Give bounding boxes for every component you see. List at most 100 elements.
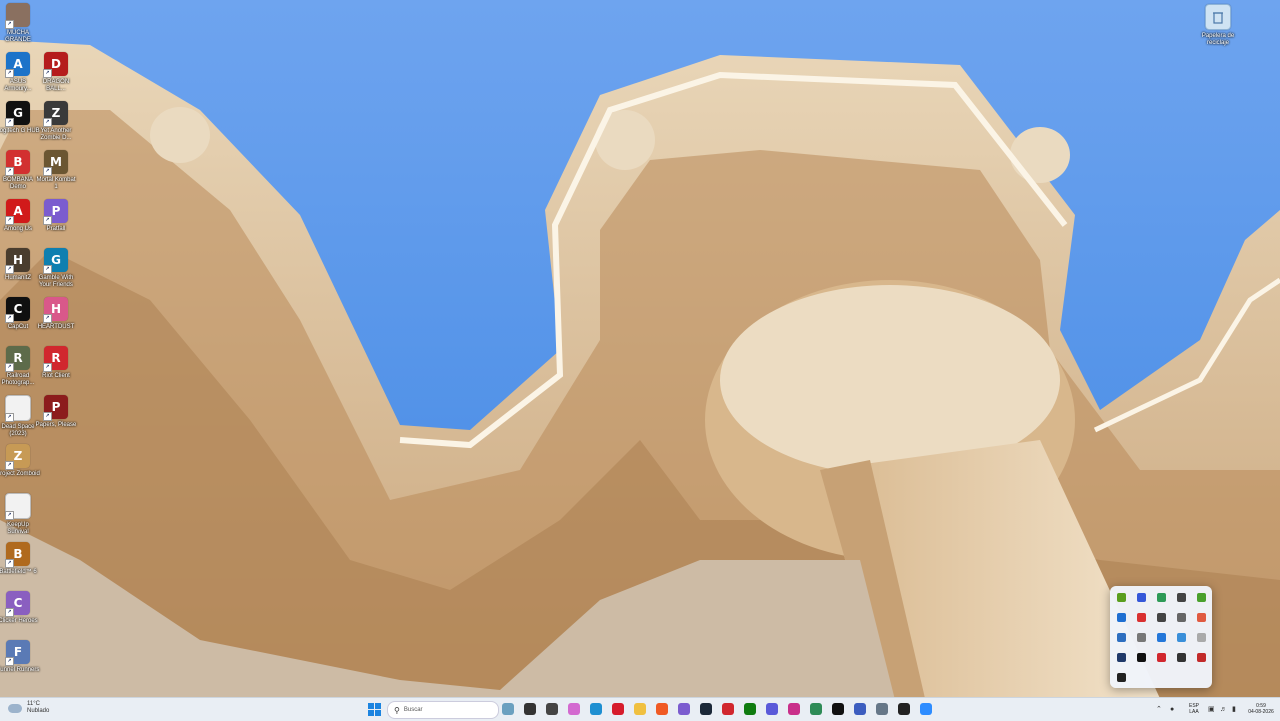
taskbar-app6-icon[interactable] xyxy=(832,703,844,715)
app-green2-icon[interactable] xyxy=(1197,593,1206,602)
nvidia-icon[interactable] xyxy=(1117,593,1126,602)
app-blue2-icon[interactable] xyxy=(1117,633,1126,642)
app-blue-icon[interactable] xyxy=(1137,593,1146,602)
app-icon: A ↗ xyxy=(5,52,30,78)
volume-icon[interactable]: ♬ xyxy=(1220,706,1227,713)
desktop-shortcut[interactable]: A ↗ ASUS Armoury... xyxy=(0,52,37,93)
taskbar-app4-icon[interactable] xyxy=(788,703,800,715)
desktop-shortcut[interactable]: H ↗ HumanitZ xyxy=(0,248,37,282)
clock[interactable]: 0:59 04-08-2026 xyxy=(1244,703,1278,715)
shortcut-arrow-icon: ↗ xyxy=(43,118,52,127)
shortcut-arrow-icon: ↗ xyxy=(43,69,52,78)
taskbar-discord-icon[interactable] xyxy=(678,703,690,715)
app-icon: B ↗ xyxy=(5,150,30,176)
shortcut-arrow-icon: ↗ xyxy=(5,608,14,617)
network-icon[interactable]: ▣ xyxy=(1208,706,1215,713)
desktop-shortcut[interactable]: G ↗ Gamble With Your Friends xyxy=(37,248,75,289)
search-placeholder: Buscar xyxy=(403,707,423,713)
taskbar-app9-icon[interactable] xyxy=(898,703,910,715)
app-icon: R ↗ xyxy=(5,346,30,372)
taskbar-app2-icon[interactable] xyxy=(722,703,734,715)
desktop-shortcut[interactable]: B ↗ BOMBANA Demo xyxy=(0,150,37,191)
microphone-icon[interactable] xyxy=(1197,653,1206,662)
desktop-shortcut-label: Clicker Heroes xyxy=(0,618,38,624)
desktop-shortcut-label: KeepUp Survival xyxy=(7,522,29,535)
desktop-shortcut[interactable]: ↗ Dead Space (2023) xyxy=(0,395,37,438)
app-black-icon[interactable] xyxy=(1117,673,1126,682)
app-navy-icon[interactable] xyxy=(1117,653,1126,662)
taskbar-copilot-icon[interactable] xyxy=(568,703,580,715)
desktop-shortcut[interactable]: ↗ MUCHA GRANDE xyxy=(0,3,37,44)
microphone-icon[interactable]: ● xyxy=(1170,706,1177,713)
desktop-shortcut[interactable]: P ↗ Papers, Please xyxy=(35,395,77,429)
shortcut-arrow-icon: ↗ xyxy=(5,511,14,520)
app-dark-icon[interactable] xyxy=(1177,593,1186,602)
clock-date: 04-08-2026 xyxy=(1248,709,1274,715)
taskbar-task-view-icon[interactable] xyxy=(524,703,536,715)
recycle-bin-shortcut[interactable]: Papelera de reciclaje xyxy=(1199,4,1237,47)
start-button[interactable] xyxy=(368,703,381,716)
desktop-shortcut[interactable]: B ↗ Battlefield™ 6 xyxy=(0,542,37,576)
app-red-icon[interactable] xyxy=(1137,613,1146,622)
onedrive-icon[interactable] xyxy=(1177,633,1186,642)
taskbar-steam-icon[interactable] xyxy=(700,703,712,715)
desktop-shortcut[interactable]: R ↗ Railroad Photograp... xyxy=(0,346,37,387)
desktop-shortcut[interactable]: R ↗ Riot Client xyxy=(37,346,75,380)
desktop-shortcut[interactable]: C ↗ CapCut xyxy=(0,297,37,331)
desktop-shortcut-label: Project Zomboid xyxy=(0,471,40,477)
shortcut-arrow-icon: ↗ xyxy=(5,314,14,323)
logitech-icon[interactable] xyxy=(1137,653,1146,662)
battery-icon[interactable]: ▮ xyxy=(1232,706,1239,713)
desktop-shortcut[interactable]: C ↗ Clicker Heroes xyxy=(0,591,38,625)
taskbar-opera-icon[interactable] xyxy=(612,703,624,715)
taskbar-brave-icon[interactable] xyxy=(656,703,668,715)
tray-overflow-popup xyxy=(1110,586,1212,688)
taskbar-app8-icon[interactable] xyxy=(876,703,888,715)
steam-icon[interactable] xyxy=(1157,613,1166,622)
desktop-shortcut-label: Riot Client xyxy=(42,373,70,379)
desktop-shortcut[interactable]: A ↗ Among Us xyxy=(0,199,37,233)
input-language[interactable]: ESP LAA xyxy=(1186,703,1202,715)
taskbar-xbox-icon[interactable] xyxy=(744,703,756,715)
desktop-shortcut[interactable]: Z ↗ Yet Another Zombie D... xyxy=(37,101,75,142)
app-orange-icon[interactable] xyxy=(1197,613,1206,622)
taskbar-edge-icon[interactable] xyxy=(590,703,602,715)
taskbar-explorer-icon[interactable] xyxy=(634,703,646,715)
app-icon: D ↗ xyxy=(43,52,68,78)
app-green-icon[interactable] xyxy=(1157,593,1166,602)
app-dark2-icon[interactable] xyxy=(1177,653,1186,662)
taskbar-widget-icon[interactable] xyxy=(502,703,514,715)
taskbar-search-box[interactable]: ⚲ Buscar xyxy=(387,701,499,719)
taskbar-zoom-icon[interactable] xyxy=(920,703,932,715)
desktop-shortcut[interactable]: D ↗ DRAGON BALL... xyxy=(37,52,75,93)
desktop-shortcut[interactable]: F ↗ Funnel Runners xyxy=(0,640,39,674)
desktop-shortcut[interactable]: H ↗ HEARTDUST xyxy=(37,297,75,331)
taskbar-app3-icon[interactable] xyxy=(766,703,778,715)
desktop-shortcut[interactable]: ↗ KeepUp Survival xyxy=(0,493,37,536)
recycle-bin-label: Papelera de reciclaje xyxy=(1201,33,1235,46)
app-icon: Z ↗ xyxy=(43,101,68,127)
desktop-shortcut[interactable]: P ↗ Pratfall xyxy=(37,199,75,233)
desktop-shortcut-label: Papers, Please xyxy=(35,422,77,428)
app-icon: C ↗ xyxy=(5,591,30,617)
bluetooth-icon[interactable] xyxy=(1157,633,1166,642)
taskbar-app5-icon[interactable] xyxy=(810,703,822,715)
app-square-icon[interactable] xyxy=(1117,613,1126,622)
app-grey-icon[interactable] xyxy=(1177,613,1186,622)
app-light-icon[interactable] xyxy=(1197,633,1206,642)
desktop-shortcut[interactable]: M ↗ Mortal Kombat 1 xyxy=(36,150,76,191)
taskbar-app7-icon[interactable] xyxy=(854,703,866,715)
usb-icon[interactable] xyxy=(1137,633,1146,642)
taskbar-app1-icon[interactable] xyxy=(546,703,558,715)
shortcut-arrow-icon: ↗ xyxy=(5,265,14,274)
riot-icon[interactable] xyxy=(1157,653,1166,662)
app-icon: B ↗ xyxy=(5,542,30,568)
desktop-shortcut[interactable]: Z ↗ Project Zomboid xyxy=(0,444,40,478)
chevron-up-icon[interactable]: ⌃ xyxy=(1156,706,1163,713)
weather-widget[interactable]: 11°C Nublado xyxy=(8,701,49,715)
desktop-shortcut[interactable]: G ↗ Logitech G HUB xyxy=(0,101,40,135)
shortcut-arrow-icon: ↗ xyxy=(5,69,14,78)
desktop-shortcut-label: DRAGON BALL... xyxy=(42,79,70,92)
shortcut-arrow-icon: ↗ xyxy=(5,413,14,422)
desktop-shortcut-label: Battlefield™ 6 xyxy=(0,569,37,575)
